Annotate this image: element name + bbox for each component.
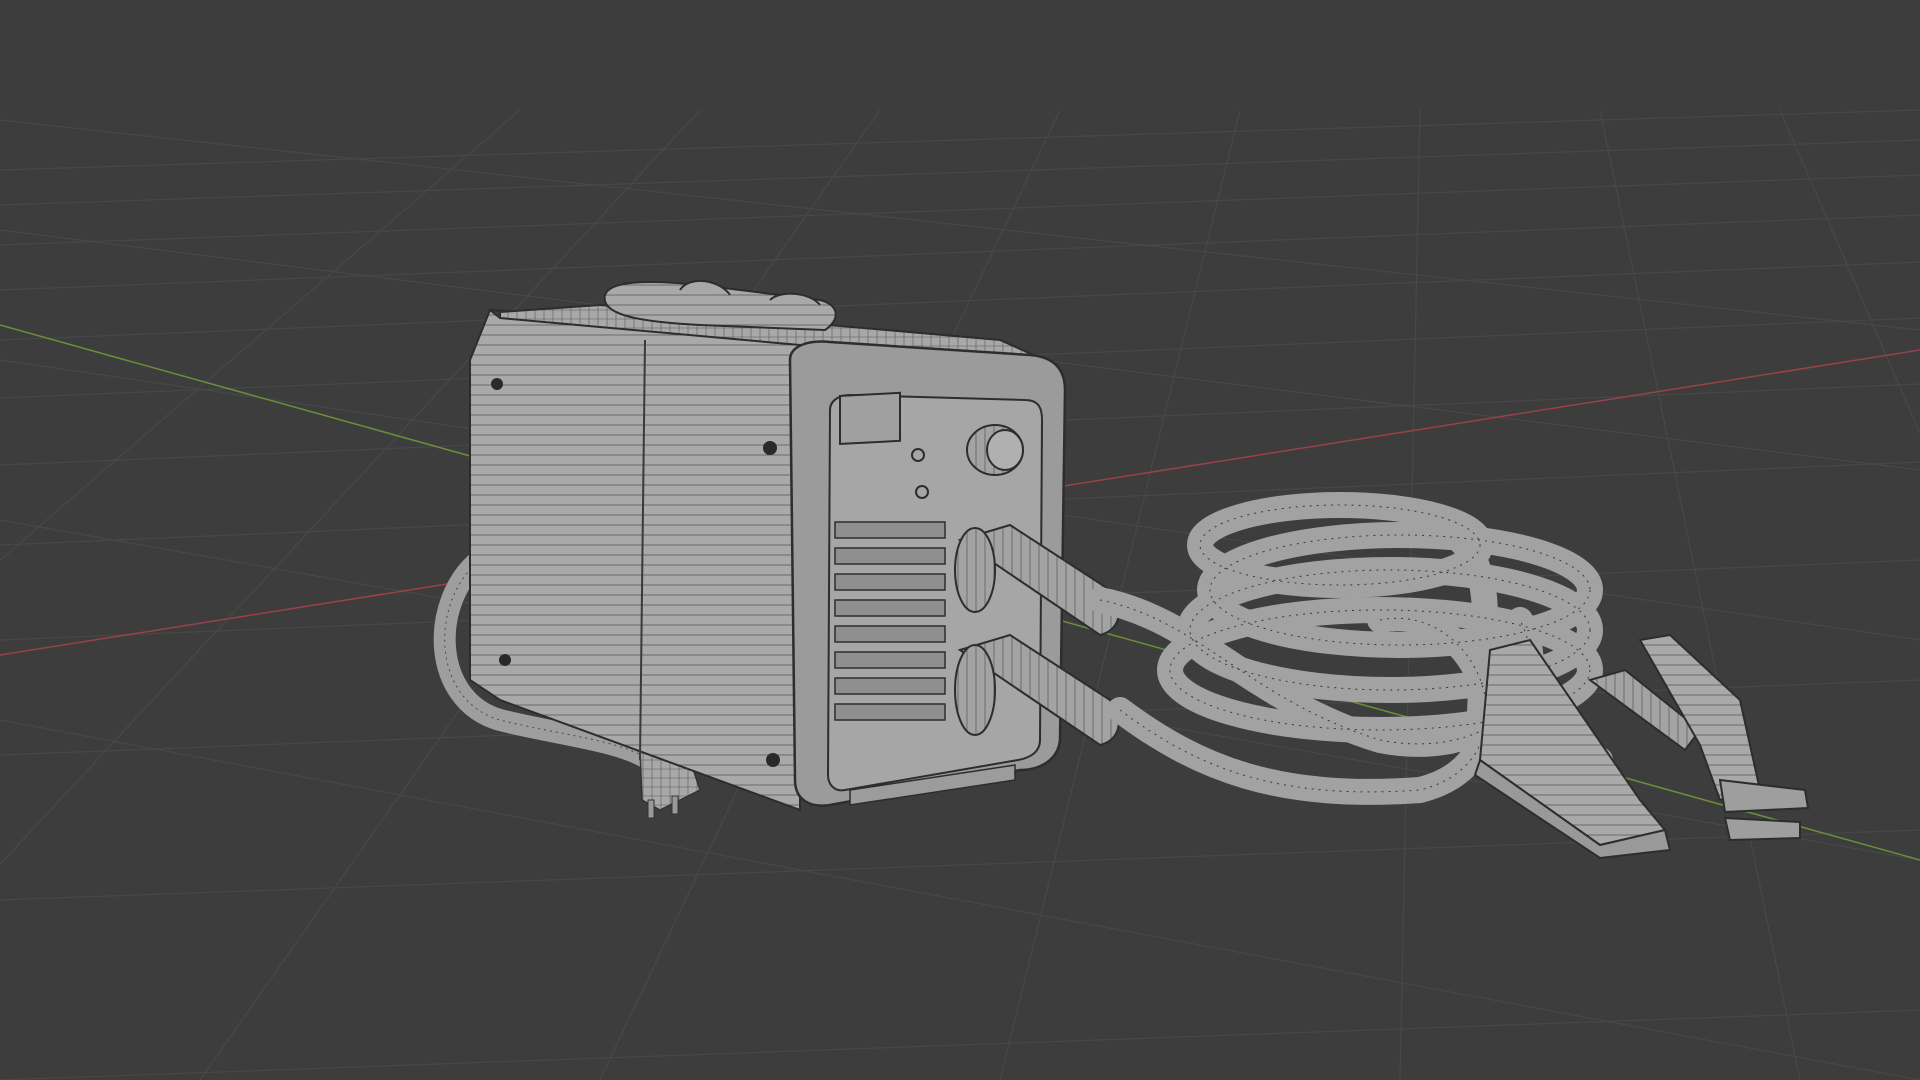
current-knob[interactable] (966, 424, 1024, 476)
3d-viewport[interactable] (0, 0, 1920, 1080)
ground-clamp[interactable] (1473, 638, 1672, 860)
digital-display (839, 391, 901, 446)
